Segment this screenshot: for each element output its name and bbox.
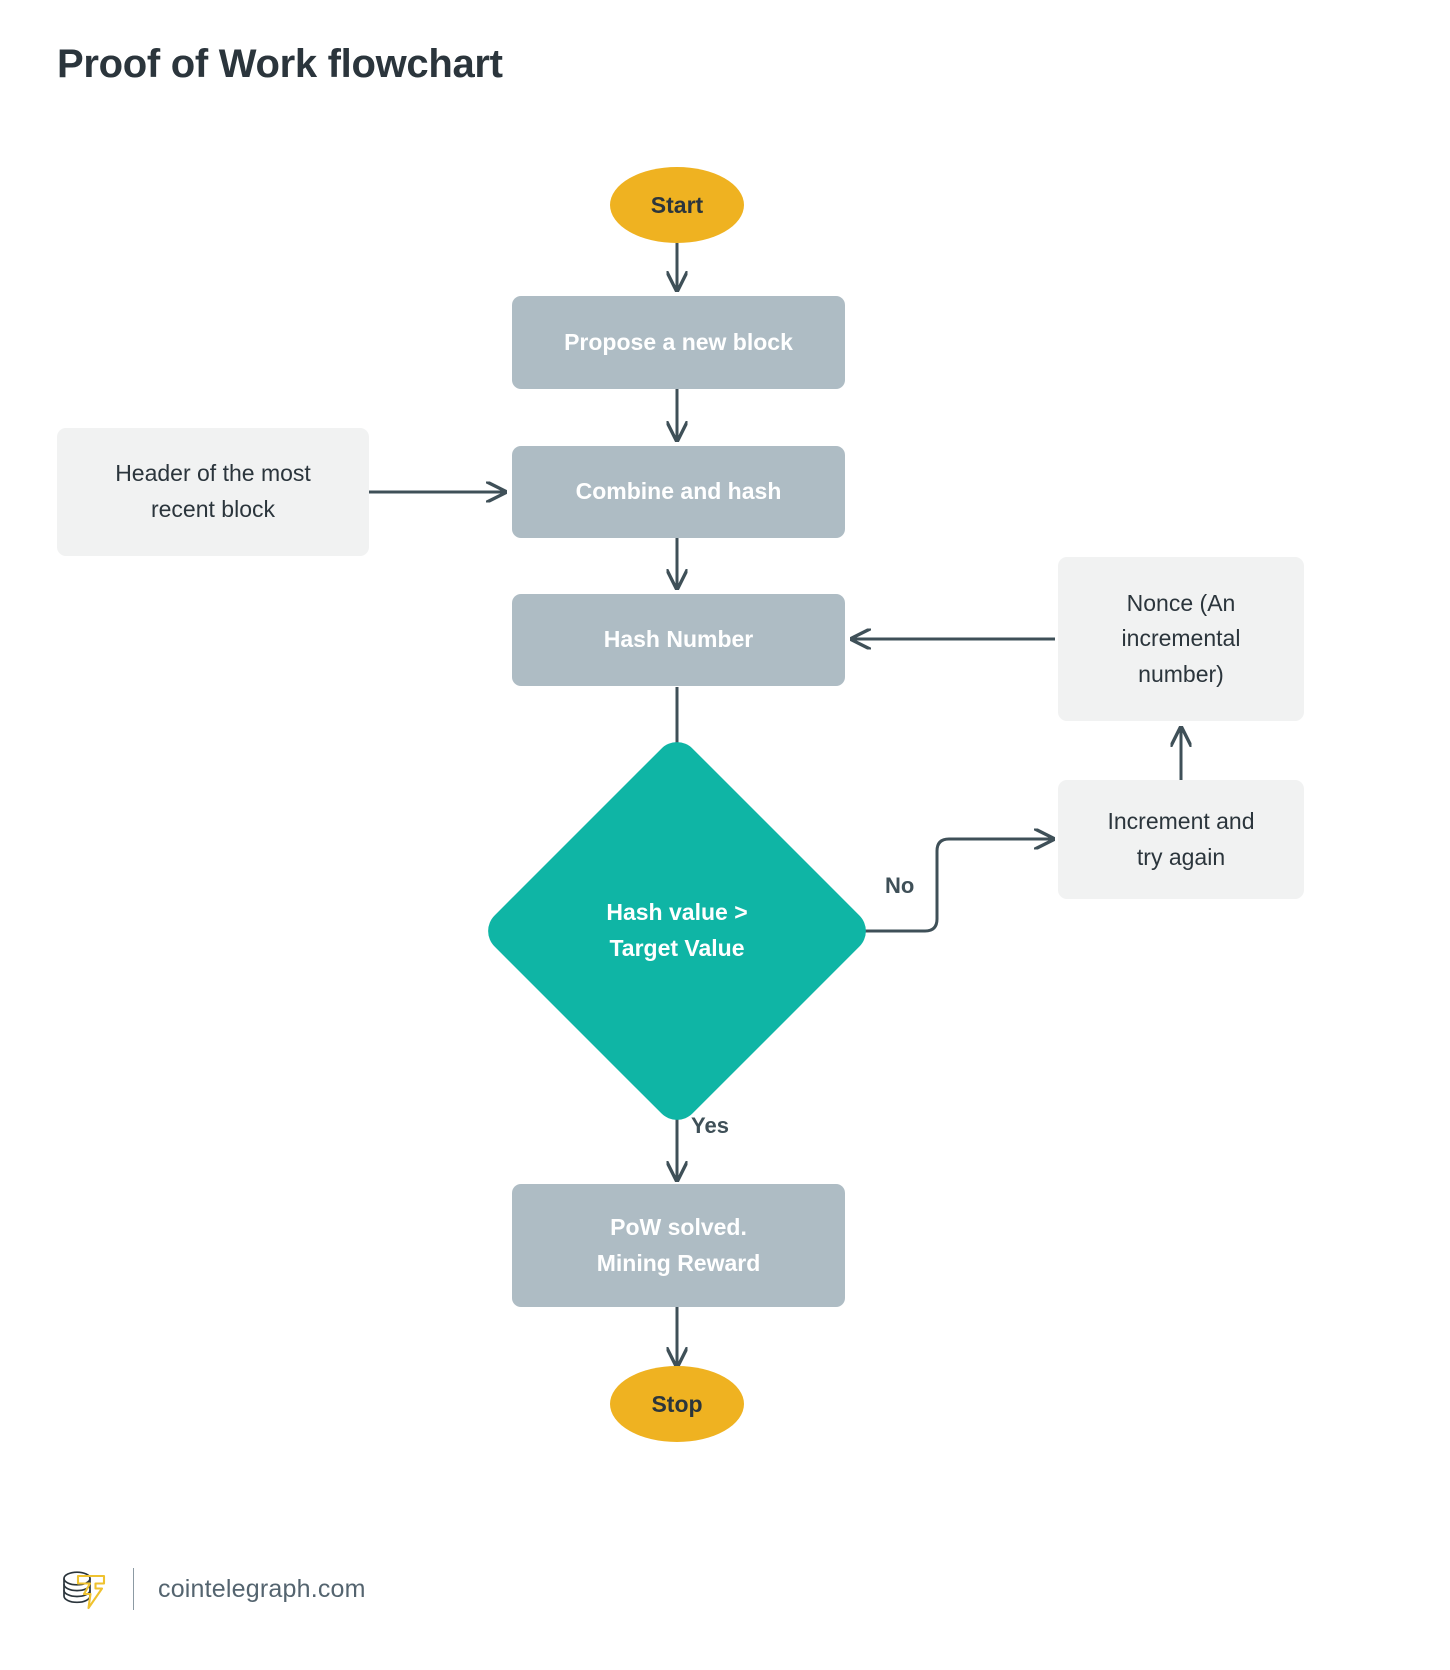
node-header-line2: recent block (150, 496, 275, 522)
node-increment-and-try-again[interactable]: Increment and try again (1058, 780, 1304, 899)
node-hash-number[interactable]: Hash Number (512, 594, 845, 686)
node-decision-hash-value-vs-target[interactable]: Hash value > Target Value (479, 733, 875, 1129)
node-pow-line2: Mining Reward (596, 1249, 761, 1276)
node-stop[interactable]: Stop (610, 1366, 744, 1442)
node-start-label: Start (650, 191, 704, 218)
node-nonce[interactable]: Nonce (An incremental number) (1058, 557, 1304, 721)
node-increment-text: Increment and try again (1107, 804, 1254, 875)
node-pow-solved-mining-reward[interactable]: PoW solved. Mining Reward (512, 1184, 845, 1307)
decision-label: Hash value > Target Value (537, 791, 817, 1071)
node-hash-number-label: Hash Number (603, 626, 754, 653)
node-start[interactable]: Start (610, 167, 744, 243)
node-header-text: Header of the most recent block (115, 456, 311, 527)
node-nonce-line1: Nonce (An (1126, 589, 1236, 616)
node-nonce-text: Nonce (An incremental number) (1122, 586, 1241, 693)
footer: cointelegraph.com (57, 1563, 366, 1615)
node-stop-label: Stop (651, 1390, 703, 1417)
edge-label-no: No (885, 873, 915, 898)
footer-divider (133, 1568, 134, 1610)
decision-line1: Hash value > (606, 899, 748, 926)
footer-site-label: cointelegraph.com (158, 1574, 366, 1603)
cointelegraph-logo-icon (63, 1571, 106, 1610)
decision-line2: Target Value (609, 935, 745, 961)
decision-text: Hash value > Target Value (606, 895, 747, 966)
node-nonce-line2: incremental (1121, 625, 1241, 652)
node-increment-line2: try again (1136, 843, 1226, 870)
flowchart-canvas: Proof of Work flowchart Start Propose a … (0, 0, 1450, 1670)
page-title: Proof of Work flowchart (57, 42, 503, 86)
node-header-line1: Header of the most (115, 460, 311, 487)
node-combine-and-hash[interactable]: Combine and hash (512, 446, 845, 538)
node-propose-a-new-block[interactable]: Propose a new block (512, 296, 845, 389)
node-header-of-most-recent-block[interactable]: Header of the most recent block (57, 428, 369, 556)
node-pow-line1: PoW solved. (610, 1213, 747, 1240)
node-combine-label: Combine and hash (575, 478, 782, 505)
edge-label-yes: Yes (691, 1113, 729, 1138)
node-nonce-line3: number) (1138, 660, 1224, 687)
node-pow-text: PoW solved. Mining Reward (597, 1210, 761, 1281)
node-propose-label: Propose a new block (564, 328, 793, 355)
node-increment-line1: Increment and (1107, 807, 1255, 834)
